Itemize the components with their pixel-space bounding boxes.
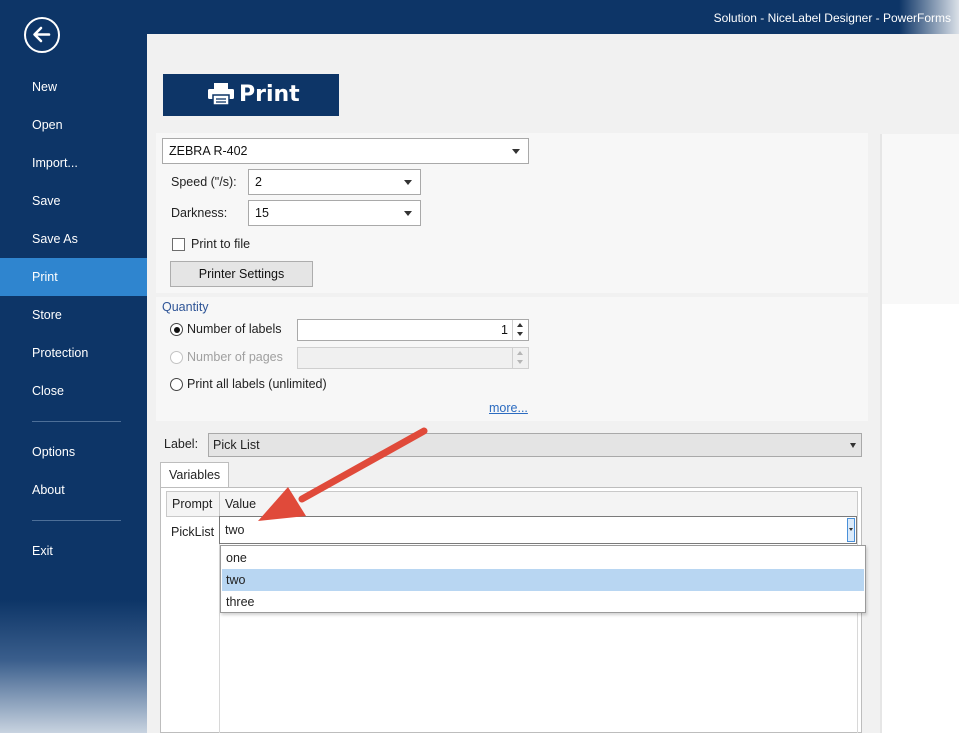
annotation-arrow-shaft [298,427,428,503]
annotation-arrow-head [258,487,306,521]
annotation-arrow-overlay [258,427,428,521]
